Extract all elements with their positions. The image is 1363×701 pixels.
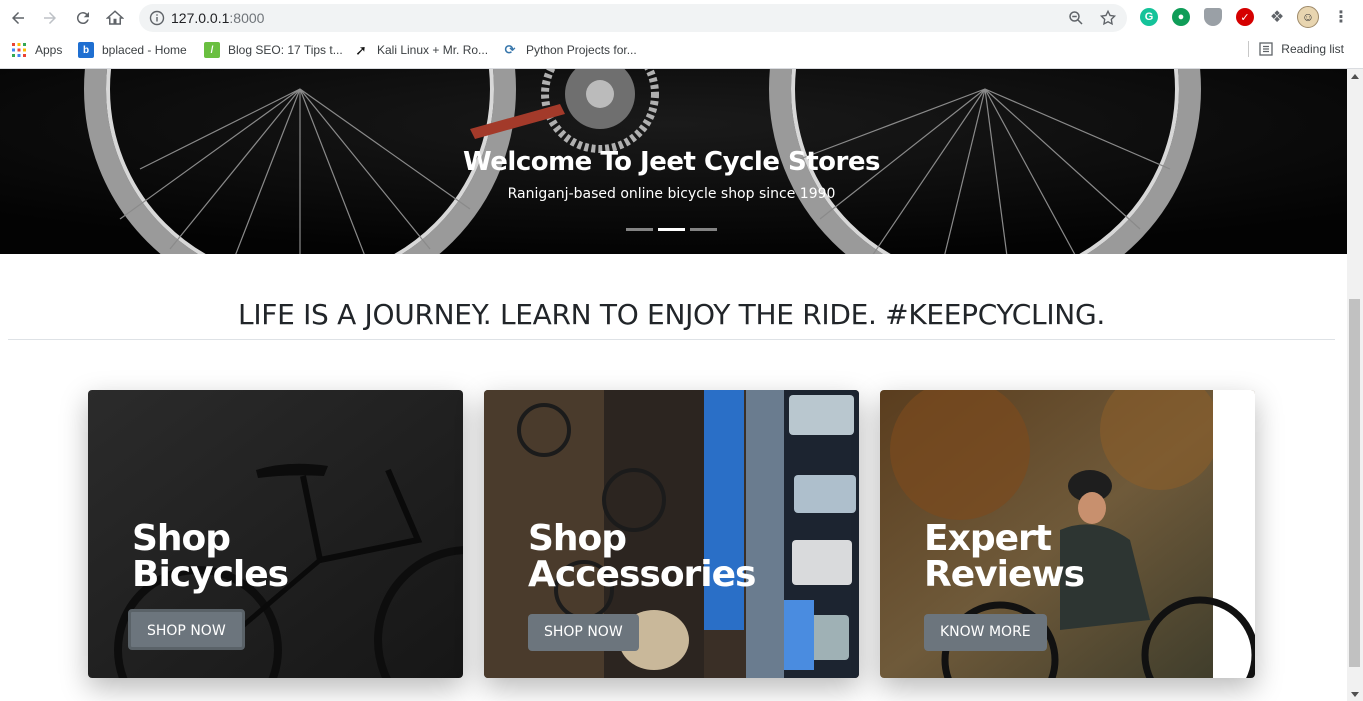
address-url: 127.0.0.1:8000 — [171, 10, 264, 26]
separator — [1248, 41, 1250, 57]
bookmark-label: bplaced - Home — [102, 43, 187, 57]
page-scrollbar[interactable] — [1347, 69, 1363, 701]
adblock-extension-icon[interactable]: ✓ — [1236, 8, 1254, 26]
reload-button[interactable] — [70, 5, 96, 31]
kali-favicon: ➚ — [355, 41, 367, 58]
card-title-line2: Reviews — [924, 554, 1085, 595]
avatar-face-icon: ☺ — [1301, 10, 1315, 24]
python-projects-favicon: ⟳ — [504, 42, 516, 57]
back-button[interactable] — [5, 5, 31, 31]
bookmarks-bar: Apps b bplaced - Home / Blog SEO: 17 Tip… — [0, 38, 1363, 62]
card-title-line2: Accessories — [528, 554, 756, 595]
bookmark-label: Kali Linux + Mr. Ro... — [377, 43, 489, 57]
bookmark-blog-seo[interactable]: / Blog SEO: 17 Tips t... — [204, 41, 343, 59]
scroll-up-arrow-icon[interactable] — [1351, 74, 1359, 79]
shop-bicycles-button[interactable]: SHOP NOW — [128, 609, 245, 650]
card-title-line1: Expert — [924, 518, 1052, 559]
carousel-indicator-3[interactable] — [690, 228, 717, 231]
hero-title: Welcome To Jeet Cycle Stores — [463, 147, 880, 177]
home-icon — [106, 10, 124, 25]
puzzle-extensions-icon[interactable]: ❖ — [1268, 8, 1286, 26]
bookmark-kali[interactable]: ➚ Kali Linux + Mr. Ro... — [353, 41, 488, 59]
scrollbar-thumb[interactable] — [1349, 299, 1360, 667]
card-title-line1: Shop — [528, 518, 627, 559]
card-shop-bicycles: Shop Bicycles SHOP NOW — [88, 390, 463, 678]
bookmark-star-icon[interactable] — [1099, 9, 1117, 27]
arrow-left-icon — [12, 12, 24, 24]
card-title-line1: Shop — [132, 518, 231, 559]
url-port: :8000 — [229, 10, 265, 26]
info-icon[interactable] — [149, 10, 165, 26]
reading-list-icon — [1259, 42, 1273, 56]
blog-seo-favicon: / — [204, 42, 220, 58]
forward-button[interactable] — [37, 5, 63, 31]
shop-accessories-button[interactable]: SHOP NOW — [528, 614, 639, 651]
bookmark-bplaced[interactable]: b bplaced - Home — [78, 41, 187, 59]
bookmark-python-projects[interactable]: ⟳ Python Projects for... — [502, 41, 637, 59]
scroll-down-arrow-icon[interactable] — [1351, 692, 1359, 697]
page-viewport: Welcome To Jeet Cycle Stores Raniganj-ba… — [0, 69, 1347, 701]
bookmark-label: Python Projects for... — [526, 43, 637, 57]
zoom-icon[interactable] — [1067, 9, 1085, 27]
card-title: Shop Accessories — [528, 518, 756, 595]
shield-extension-icon[interactable] — [1204, 8, 1222, 26]
bookmark-apps[interactable]: Apps — [11, 41, 62, 59]
know-more-button[interactable]: KNOW MORE — [924, 614, 1047, 651]
card-title: Expert Reviews — [924, 518, 1085, 595]
tagline-heading: LIFE IS A JOURNEY. LEARN TO ENJOY THE RI… — [238, 298, 1105, 331]
card-expert-reviews: Expert Reviews KNOW MORE — [880, 390, 1255, 678]
card-shop-accessories: Shop Accessories SHOP NOW — [484, 390, 859, 678]
reload-icon — [76, 12, 89, 25]
hero-subtitle: Raniganj-based online bicycle shop since… — [507, 186, 836, 202]
carousel-indicator-1[interactable] — [626, 228, 653, 231]
shopping-extension-icon[interactable]: ● — [1172, 8, 1190, 26]
arrow-right-icon — [44, 12, 56, 24]
home-button[interactable] — [102, 5, 128, 31]
card-title-line2: Bicycles — [132, 554, 289, 595]
reading-list[interactable]: Reading list — [1248, 41, 1344, 57]
kebab-menu-icon[interactable]: ⋮ — [1332, 8, 1350, 26]
grammarly-extension-icon[interactable]: G — [1140, 8, 1158, 26]
hero-carousel: Welcome To Jeet Cycle Stores Raniganj-ba… — [0, 69, 1347, 254]
apps-grid-icon — [11, 42, 27, 58]
reading-list-label: Reading list — [1281, 42, 1344, 56]
address-bar[interactable]: 127.0.0.1:8000 — [139, 4, 1127, 32]
browser-chrome: 127.0.0.1:8000 G ● ✓ ❖ ☺ ⋮ Apps b bplace… — [0, 0, 1363, 69]
bookmark-label: Apps — [35, 43, 63, 57]
bookmark-label: Blog SEO: 17 Tips t... — [228, 43, 343, 57]
browser-toolbar: 127.0.0.1:8000 G ● ✓ ❖ ☺ ⋮ — [0, 0, 1363, 36]
bplaced-favicon: b — [78, 42, 94, 58]
url-host: 127.0.0.1 — [171, 10, 230, 26]
profile-avatar[interactable]: ☺ — [1297, 6, 1319, 28]
carousel-indicator-2[interactable] — [658, 228, 685, 231]
card-title: Shop Bicycles — [132, 518, 289, 595]
carousel-indicators — [626, 228, 717, 231]
divider — [8, 339, 1335, 340]
